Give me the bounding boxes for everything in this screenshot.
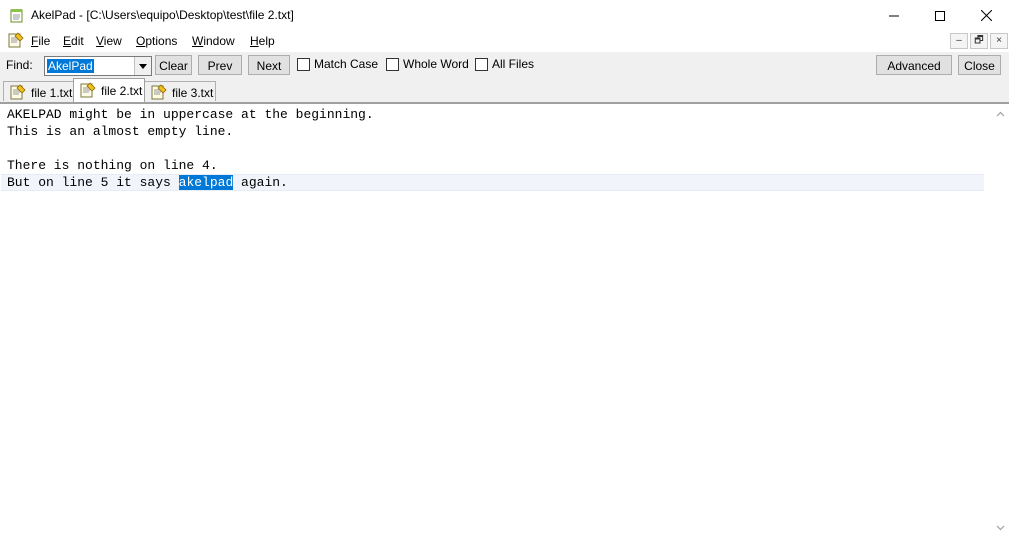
menu-bar: File Edit View Options Window Help – 🗗 × bbox=[0, 31, 1009, 52]
document-pencil-icon bbox=[151, 84, 167, 100]
window-title: AkelPad - [C:\Users\equipo\Desktop\test\… bbox=[31, 8, 294, 22]
whole-word-label[interactable]: Whole Word bbox=[403, 57, 469, 71]
minimize-icon bbox=[889, 15, 899, 16]
mdi-restore-button[interactable]: 🗗 bbox=[970, 33, 988, 49]
menu-options[interactable]: Options bbox=[136, 34, 177, 48]
tab-file-3[interactable]: file 3.txt bbox=[144, 81, 216, 101]
search-match-selection: akelpad bbox=[178, 175, 234, 190]
close-window-button[interactable] bbox=[963, 0, 1009, 31]
find-bar: Find: AkelPad Clear Prev Next Match Case… bbox=[0, 52, 1009, 78]
mdi-minimize-button[interactable]: – bbox=[950, 33, 968, 49]
text-editor[interactable]: AKELPAD might be in uppercase at the beg… bbox=[0, 103, 1009, 537]
menu-file[interactable]: File bbox=[31, 34, 50, 48]
editor-line-1: AKELPAD might be in uppercase at the beg… bbox=[7, 107, 374, 122]
document-pencil-icon bbox=[10, 84, 26, 100]
tab-label: file 1.txt bbox=[31, 86, 73, 100]
chevron-down-icon bbox=[139, 64, 147, 69]
scroll-up-icon[interactable] bbox=[996, 110, 1005, 119]
prev-button[interactable]: Prev bbox=[198, 55, 242, 75]
find-input[interactable]: AkelPad bbox=[44, 56, 152, 76]
editor-line-4: There is nothing on line 4. bbox=[7, 158, 218, 173]
find-label: Find: bbox=[6, 58, 33, 72]
clear-button[interactable]: Clear bbox=[155, 55, 192, 75]
menu-help[interactable]: Help bbox=[250, 34, 275, 48]
menu-view[interactable]: View bbox=[96, 34, 122, 48]
tab-label: file 3.txt bbox=[172, 86, 214, 100]
close-icon bbox=[980, 10, 992, 21]
minimize-button[interactable] bbox=[871, 0, 917, 31]
close-find-button[interactable]: Close bbox=[958, 55, 1001, 75]
next-button[interactable]: Next bbox=[248, 55, 290, 75]
find-dropdown-button[interactable] bbox=[134, 57, 151, 75]
all-files-checkbox[interactable] bbox=[475, 58, 488, 71]
document-pencil-icon bbox=[80, 82, 96, 98]
all-files-label[interactable]: All Files bbox=[492, 57, 534, 71]
maximize-button[interactable] bbox=[917, 0, 963, 31]
document-pencil-icon[interactable] bbox=[8, 32, 24, 48]
title-bar: AkelPad - [C:\Users\equipo\Desktop\test\… bbox=[0, 0, 1009, 31]
maximize-icon bbox=[935, 10, 945, 21]
find-input-value: AkelPad bbox=[47, 59, 94, 73]
vertical-scrollbar[interactable] bbox=[992, 104, 1009, 537]
advanced-button[interactable]: Advanced bbox=[876, 55, 952, 75]
scroll-down-icon[interactable] bbox=[996, 523, 1005, 532]
match-case-label[interactable]: Match Case bbox=[314, 57, 378, 71]
tab-bar: file 1.txt file 2.txt file 3.txt bbox=[0, 78, 1009, 103]
editor-line-5: But on line 5 it says akelpad again. bbox=[7, 174, 288, 191]
editor-line-2: This is an almost empty line. bbox=[7, 124, 234, 139]
tab-file-1[interactable]: file 1.txt bbox=[3, 81, 75, 101]
tab-file-2[interactable]: file 2.txt bbox=[73, 78, 145, 102]
mdi-close-button[interactable]: × bbox=[990, 33, 1008, 49]
line-text: But on line 5 it says bbox=[7, 175, 179, 190]
menu-window[interactable]: Window bbox=[192, 34, 235, 48]
tab-label: file 2.txt bbox=[101, 84, 143, 98]
menu-edit[interactable]: Edit bbox=[63, 34, 84, 48]
match-case-checkbox[interactable] bbox=[297, 58, 310, 71]
whole-word-checkbox[interactable] bbox=[386, 58, 399, 71]
line-text: again. bbox=[233, 175, 288, 190]
akelpad-notepad-icon bbox=[10, 9, 23, 23]
